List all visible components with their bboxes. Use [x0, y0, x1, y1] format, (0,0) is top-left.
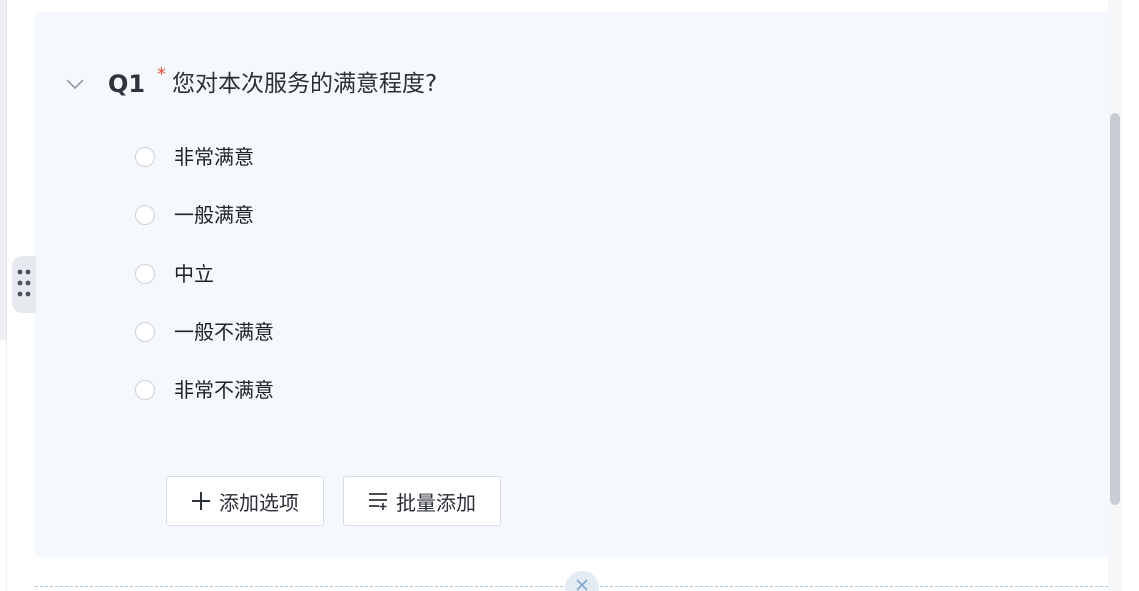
radio-button[interactable] [135, 264, 155, 284]
insert-question-button[interactable] [565, 571, 599, 591]
plus-icon [191, 491, 211, 511]
left-panel-edge [0, 0, 7, 340]
radio-button[interactable] [135, 205, 155, 225]
option-label[interactable]: 一般满意 [174, 202, 254, 228]
scrollbar-thumb[interactable] [1110, 113, 1120, 505]
radio-button[interactable] [135, 147, 155, 167]
batch-add-label: 批量添加 [396, 490, 476, 515]
add-option-label: 添加选项 [219, 490, 299, 515]
question-title[interactable]: 您对本次服务的满意程度? [172, 68, 437, 100]
drag-handle[interactable] [12, 256, 36, 313]
option-label[interactable]: 非常不满意 [174, 377, 274, 403]
survey-editor: Q1 * 您对本次服务的满意程度? 非常满意 一般满意 中立 一般不满意 非常不… [0, 0, 1139, 591]
radio-button[interactable] [135, 380, 155, 400]
option-label[interactable]: 中立 [174, 261, 214, 287]
option-label[interactable]: 一般不满意 [174, 319, 274, 345]
list-add-icon [368, 491, 388, 511]
batch-add-button[interactable]: 批量添加 [343, 476, 501, 526]
previous-question-edge [35, 0, 1108, 12]
chevron-down-icon[interactable] [65, 76, 85, 92]
radio-button[interactable] [135, 322, 155, 342]
add-option-button[interactable]: 添加选项 [166, 476, 324, 526]
drag-handle-icon [17, 269, 31, 297]
insert-icon [576, 579, 588, 591]
option-item[interactable]: 中立 [135, 261, 214, 287]
option-item[interactable]: 非常满意 [135, 144, 254, 170]
option-item[interactable]: 一般不满意 [135, 319, 274, 345]
option-item[interactable]: 一般满意 [135, 202, 254, 228]
question-number: Q1 [108, 70, 146, 98]
left-panel-edge-lower [0, 340, 7, 591]
required-mark: * [157, 64, 166, 85]
option-item[interactable]: 非常不满意 [135, 377, 274, 403]
option-label[interactable]: 非常满意 [174, 144, 254, 170]
